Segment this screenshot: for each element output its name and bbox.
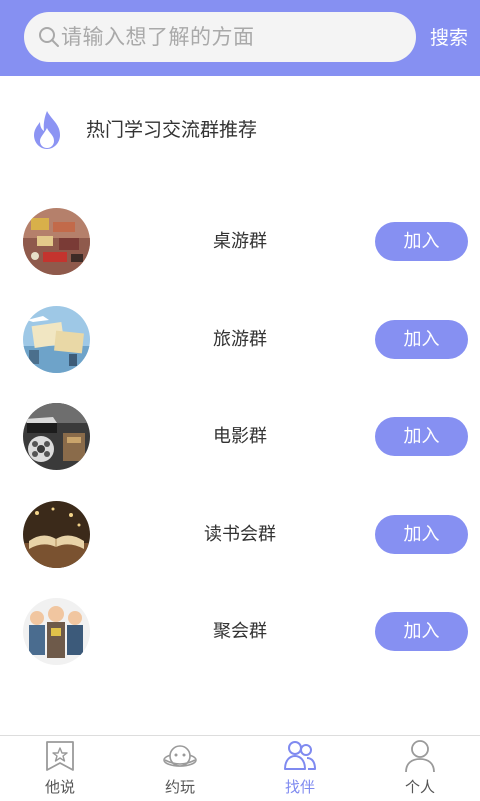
- nav-item-zhaoban[interactable]: 找伴: [240, 736, 360, 801]
- group-name: 读书会群: [204, 524, 276, 545]
- group-name: 桌游群: [213, 231, 267, 252]
- join-button[interactable]: 加入: [375, 417, 468, 456]
- nav-item-tashuo[interactable]: 他说: [0, 736, 120, 801]
- join-button[interactable]: 加入: [375, 222, 468, 261]
- top-bar: 请输入想了解的方面 搜索: [0, 0, 480, 76]
- group-row-movie: 电影群 加入: [0, 403, 480, 473]
- group-row-party: 聚会群 加入: [0, 598, 480, 668]
- planet-icon: [163, 745, 197, 767]
- movie-group-avatar: [23, 403, 90, 470]
- group-name: 电影群: [213, 426, 267, 447]
- section-title: 热门学习交流群推荐: [86, 119, 258, 141]
- search-button[interactable]: 搜索: [430, 20, 480, 56]
- flame-icon: [34, 111, 60, 149]
- join-button[interactable]: 加入: [375, 320, 468, 359]
- travel-group-avatar: [23, 306, 90, 373]
- group-name: 聚会群: [213, 621, 267, 642]
- boardgame-group-avatar: [23, 208, 90, 275]
- bottom-nav: 他说 约玩 找伴 个人: [0, 735, 480, 801]
- group-name: 旅游群: [213, 329, 267, 350]
- search-icon: [39, 27, 59, 47]
- nav-item-yuewan[interactable]: 约玩: [120, 736, 240, 801]
- bookmark-star-icon: [46, 741, 74, 771]
- nav-item-geren[interactable]: 个人: [360, 736, 480, 801]
- group-row-boardgame: 桌游群 加入: [0, 208, 480, 278]
- join-button[interactable]: 加入: [375, 612, 468, 651]
- search-input[interactable]: 请输入想了解的方面: [24, 12, 416, 62]
- person-icon: [405, 740, 435, 773]
- nav-label: 个人: [404, 778, 435, 796]
- section-header: 热门学习交流群推荐: [0, 100, 480, 160]
- group-row-bookclub: 读书会群 加入: [0, 501, 480, 571]
- party-group-avatar: [23, 598, 90, 665]
- join-button[interactable]: 加入: [375, 515, 468, 554]
- search-placeholder: 请输入想了解的方面: [61, 25, 255, 49]
- nav-label: 他说: [44, 778, 75, 796]
- friends-icon: [284, 741, 316, 770]
- nav-label: 约玩: [164, 778, 195, 796]
- nav-label: 找伴: [284, 778, 315, 796]
- bookclub-group-avatar: [23, 501, 90, 568]
- group-row-travel: 旅游群 加入: [0, 306, 480, 376]
